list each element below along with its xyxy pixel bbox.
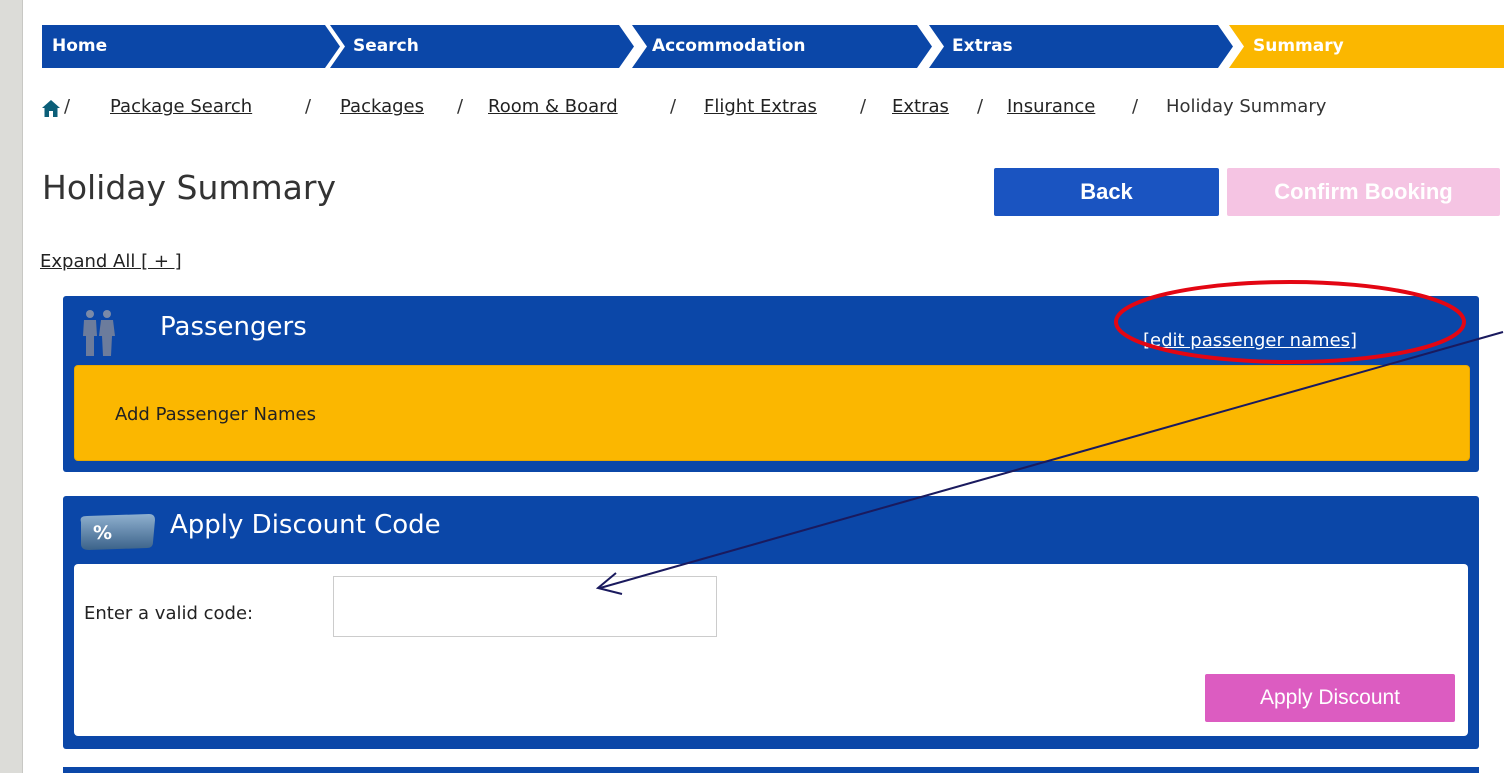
step-home[interactable]: Home [42,25,342,68]
expand-all-link[interactable]: Expand All [ + ] [40,251,182,272]
breadcrumb-separator: / [860,96,867,117]
page-title: Holiday Summary [42,168,337,207]
edit-passenger-names-link[interactable]: [edit passenger names] [1143,330,1357,351]
discount-tag-icon: % [75,512,155,552]
booking-steps: Home Search Accommodation Extras Summary [42,25,1504,68]
breadcrumb-separator: / [977,96,984,117]
back-button[interactable]: Back [994,168,1219,216]
discount-panel: % Apply Discount Code Enter a valid code… [63,496,1479,749]
confirm-booking-button[interactable]: Confirm Booking [1227,168,1500,216]
breadcrumb-package-search[interactable]: Package Search [110,96,252,117]
step-extras[interactable]: Extras [929,25,1235,68]
discount-icon-text: % [93,522,113,544]
home-icon[interactable] [42,100,60,122]
discount-code-label: Enter a valid code: [84,603,254,624]
passengers-panel: Passengers Add Passenger Names [63,296,1479,472]
step-label: Search [353,36,419,56]
breadcrumb-separator: / [457,96,464,117]
passengers-icon [82,310,116,362]
step-label: Extras [952,36,1013,56]
breadcrumb-packages[interactable]: Packages [340,96,424,117]
step-accommodation[interactable]: Accommodation [632,25,934,68]
step-search[interactable]: Search [330,25,636,68]
step-label: Summary [1253,36,1344,56]
passengers-title: Passengers [160,312,307,342]
window-left-rail [0,0,22,773]
window-left-rail-border [22,0,23,773]
next-panel-edge [63,767,1479,773]
apply-discount-button[interactable]: Apply Discount [1205,674,1455,722]
discount-code-input[interactable] [333,576,717,637]
breadcrumb-flight-extras[interactable]: Flight Extras [704,96,817,117]
add-passenger-names-text: Add Passenger Names [115,404,316,425]
breadcrumb-separator: / [670,96,677,117]
breadcrumb-insurance[interactable]: Insurance [1007,96,1095,117]
step-summary[interactable]: Summary [1229,25,1504,68]
step-label: Home [52,36,108,56]
breadcrumb-room-board[interactable]: Room & Board [488,96,618,117]
discount-title: Apply Discount Code [170,510,441,540]
breadcrumb-separator: / [305,96,312,117]
step-label: Accommodation [652,36,806,56]
breadcrumb-extras[interactable]: Extras [892,96,949,117]
breadcrumb-separator: / [1132,96,1139,117]
discount-body: Enter a valid code: Apply Discount [74,564,1468,736]
breadcrumb-separator: / [64,96,71,117]
breadcrumb-current: Holiday Summary [1166,96,1327,117]
passengers-body: Add Passenger Names [74,365,1470,461]
